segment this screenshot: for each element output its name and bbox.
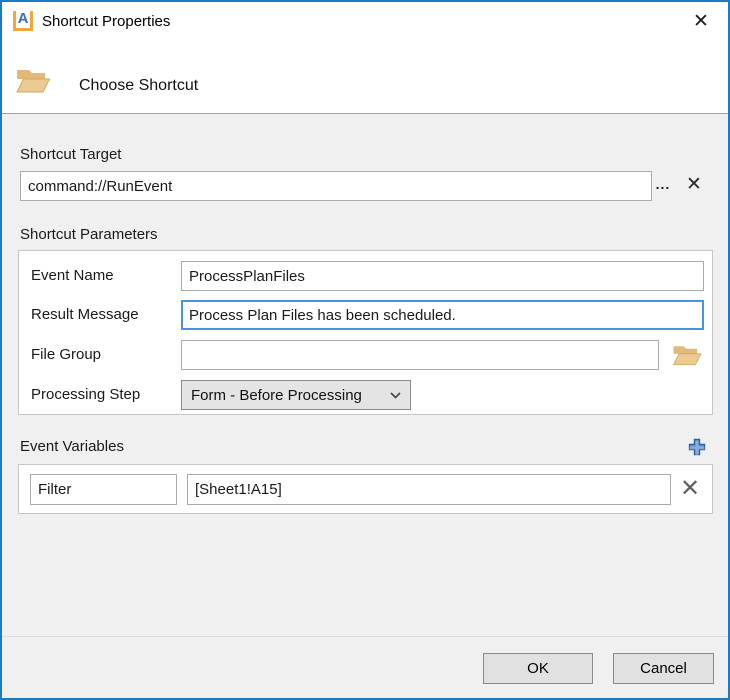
- processing-step-label: Processing Step: [31, 380, 140, 410]
- dialog-step-title: Choose Shortcut: [79, 77, 198, 95]
- add-variable-plus-icon[interactable]: [686, 436, 708, 458]
- event-name-label: Event Name: [31, 261, 114, 291]
- event-variables-label: Event Variables: [20, 438, 124, 455]
- window-title: Shortcut Properties: [42, 13, 170, 30]
- event-variables-groupbox: ✕: [18, 464, 713, 514]
- event-name-input[interactable]: [181, 261, 704, 291]
- clear-target-icon[interactable]: ✕: [682, 170, 706, 200]
- delete-variable-icon[interactable]: ✕: [675, 471, 705, 507]
- browse-file-group-folder-icon[interactable]: [671, 342, 703, 369]
- result-message-label: Result Message: [31, 300, 139, 330]
- app-icon-letter: A: [18, 11, 29, 26]
- footer-separator: [2, 636, 728, 637]
- file-group-label: File Group: [31, 340, 101, 370]
- result-message-row: Result Message: [19, 300, 712, 330]
- chevron-down-icon: [380, 392, 401, 399]
- file-group-input[interactable]: [181, 340, 659, 370]
- variable-value-input[interactable]: [187, 474, 671, 505]
- app-icon: A: [13, 11, 33, 31]
- ok-button[interactable]: OK: [483, 653, 593, 684]
- browse-target-button[interactable]: ...: [652, 173, 674, 199]
- file-group-row: File Group: [19, 340, 712, 370]
- shortcut-target-input[interactable]: [20, 171, 652, 201]
- processing-step-row: Processing Step Form - Before Processing: [19, 380, 712, 410]
- shortcut-properties-dialog: A Shortcut Properties ✕ Choose Shortcut …: [0, 0, 730, 700]
- processing-step-select[interactable]: Form - Before Processing: [181, 380, 411, 410]
- shortcut-parameters-groupbox: Event Name Result Message File Group Pro…: [18, 250, 713, 415]
- cancel-button[interactable]: Cancel: [613, 653, 714, 684]
- shortcut-parameters-label: Shortcut Parameters: [20, 226, 158, 243]
- open-folder-icon: [14, 65, 52, 97]
- close-icon[interactable]: ✕: [688, 9, 714, 35]
- processing-step-value: Form - Before Processing: [191, 387, 362, 404]
- event-name-row: Event Name: [19, 261, 712, 291]
- shortcut-target-label: Shortcut Target: [20, 146, 121, 163]
- result-message-input[interactable]: [181, 300, 704, 330]
- variable-name-input[interactable]: [30, 474, 177, 505]
